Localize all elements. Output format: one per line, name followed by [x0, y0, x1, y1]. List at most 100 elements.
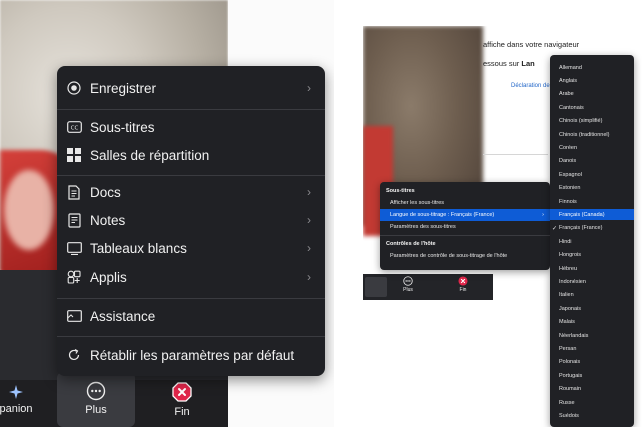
- language-item[interactable]: Hébreu: [550, 263, 634, 274]
- breakout-rooms-icon: [66, 147, 82, 163]
- more-button[interactable]: Plus: [395, 276, 421, 293]
- language-label: Coréen: [559, 144, 578, 151]
- menu-item-record[interactable]: Enregistrer ›: [57, 75, 325, 101]
- language-item[interactable]: Allemand: [550, 62, 634, 73]
- menu-item-reset-settings[interactable]: Rétablir les paramètres par défaut: [57, 342, 325, 368]
- divider: [57, 298, 325, 299]
- menu-item-label: Salles de répartition: [90, 147, 210, 163]
- caption-language-item[interactable]: Langue de sous-titrage : Français (Franc…: [380, 209, 550, 221]
- assistance-icon: [66, 308, 82, 324]
- menu-item-label: Enregistrer: [90, 80, 157, 96]
- language-item[interactable]: Hindi: [550, 236, 634, 247]
- language-item[interactable]: Roumain: [550, 384, 634, 395]
- divider: [57, 109, 325, 110]
- language-item[interactable]: Néerlandais: [550, 330, 634, 341]
- chevron-right-icon: ›: [307, 81, 311, 95]
- language-label: Russe: [559, 399, 575, 406]
- language-item[interactable]: Arabe: [550, 89, 634, 100]
- language-item[interactable]: Suédois: [550, 410, 634, 421]
- more-label: Plus: [403, 287, 413, 293]
- language-label: Anglais: [559, 77, 578, 84]
- language-label: Allemand: [559, 64, 582, 71]
- language-label: Japonais: [559, 305, 582, 312]
- language-label: Hongrois: [559, 252, 582, 259]
- menu-item-whiteboards[interactable]: Tableaux blancs ›: [57, 235, 325, 261]
- caption-language-label: Langue de sous-titrage : Français (Franc…: [390, 212, 495, 218]
- divider: [57, 336, 325, 337]
- show-captions-item[interactable]: Afficher les sous-titres: [380, 197, 550, 209]
- end-button[interactable]: Fin: [451, 276, 475, 293]
- meeting-toolbar: panion Plus Fin: [0, 372, 228, 427]
- language-label: Français (France): [559, 225, 603, 232]
- participant-face: [4, 170, 54, 250]
- end-meeting-icon: [172, 382, 192, 402]
- language-item[interactable]: Chinois (simplifié): [550, 116, 634, 127]
- language-item[interactable]: Estonien: [550, 183, 634, 194]
- language-item[interactable]: Persan: [550, 343, 634, 354]
- more-label: Plus: [85, 404, 107, 416]
- language-label: Malais: [559, 319, 575, 326]
- language-item[interactable]: Hongrois: [550, 250, 634, 261]
- language-item[interactable]: Chinois (traditionnel): [550, 129, 634, 140]
- language-item[interactable]: Japonais: [550, 303, 634, 314]
- language-item[interactable]: Italien: [550, 290, 634, 301]
- toolbar-previous-button[interactable]: [365, 277, 387, 297]
- menu-item-assistance[interactable]: Assistance: [57, 303, 325, 329]
- chevron-right-icon: ›: [307, 185, 311, 199]
- language-item[interactable]: Portugais: [550, 370, 634, 381]
- more-button[interactable]: Plus: [57, 372, 135, 427]
- apps-icon: [66, 269, 82, 285]
- language-item[interactable]: ✓ Français (France): [550, 223, 634, 234]
- language-label: Arabe: [559, 91, 574, 98]
- doc-link[interactable]: Déclaration de: [511, 83, 550, 89]
- captions-header: Sous-titres: [386, 188, 415, 194]
- menu-item-apps[interactable]: Applis ›: [57, 264, 325, 290]
- language-label: Hébreu: [559, 265, 578, 272]
- companion-button[interactable]: panion: [0, 384, 46, 415]
- right-screenshot-panel: affiche dans votre navigateur essous sur…: [363, 26, 642, 427]
- language-item[interactable]: Indonésien: [550, 276, 634, 287]
- language-item[interactable]: Finnois: [550, 196, 634, 207]
- language-label: Indonésien: [559, 278, 586, 285]
- language-label: Chinois (traditionnel): [559, 131, 610, 138]
- doc-divider: [483, 154, 548, 155]
- language-label: Finnois: [559, 198, 577, 205]
- svg-text:CC: CC: [70, 125, 78, 131]
- language-item[interactable]: Danois: [550, 156, 634, 167]
- language-item[interactable]: Russe: [550, 397, 634, 408]
- more-options-menu: Enregistrer › CC Sous-titres Salles de r…: [57, 66, 325, 376]
- captions-icon: CC: [66, 119, 82, 135]
- menu-item-label: Notes: [90, 212, 126, 228]
- menu-item-label: Rétablir les paramètres par défaut: [90, 347, 295, 363]
- menu-item-notes[interactable]: Notes ›: [57, 207, 325, 233]
- host-controls-header: Contrôles de l'hôte: [386, 241, 436, 247]
- end-button[interactable]: Fin: [152, 381, 212, 418]
- caption-settings-item[interactable]: Paramètres des sous-titres: [380, 221, 550, 233]
- menu-item-docs[interactable]: Docs ›: [57, 179, 325, 205]
- chevron-right-icon: ›: [307, 241, 311, 255]
- language-label: Hindi: [559, 238, 572, 245]
- menu-item-label: Sous-titres: [90, 119, 155, 135]
- whiteboard-icon: [66, 240, 82, 256]
- language-item[interactable]: Espagnol: [550, 169, 634, 180]
- language-item[interactable]: Malais: [550, 317, 634, 328]
- language-label: Portugais: [559, 372, 583, 379]
- chevron-right-icon: ›: [542, 212, 544, 218]
- language-label: Cantonais: [559, 104, 584, 111]
- language-item[interactable]: Anglais: [550, 75, 634, 86]
- docs-icon: [66, 184, 82, 200]
- divider: [380, 235, 550, 236]
- language-item[interactable]: Coréen: [550, 142, 634, 153]
- doc-text-line: affiche dans votre navigateur: [483, 40, 580, 49]
- end-label: Fin: [459, 287, 467, 293]
- language-item[interactable]: Polonais: [550, 357, 634, 368]
- menu-item-breakout-rooms[interactable]: Salles de répartition: [57, 142, 325, 168]
- menu-item-captions[interactable]: CC Sous-titres: [57, 114, 325, 140]
- language-item[interactable]: Cantonais: [550, 102, 634, 113]
- language-item[interactable]: Français (Canada): [550, 209, 634, 221]
- meeting-toolbar: Plus Fin: [363, 274, 493, 300]
- host-caption-settings-item[interactable]: Paramètres de contrôle de sous-titrage d…: [380, 250, 550, 262]
- menu-item-label: Tableaux blancs: [90, 240, 187, 256]
- checkmark-icon: ✓: [552, 225, 558, 232]
- companion-label: panion: [0, 403, 33, 415]
